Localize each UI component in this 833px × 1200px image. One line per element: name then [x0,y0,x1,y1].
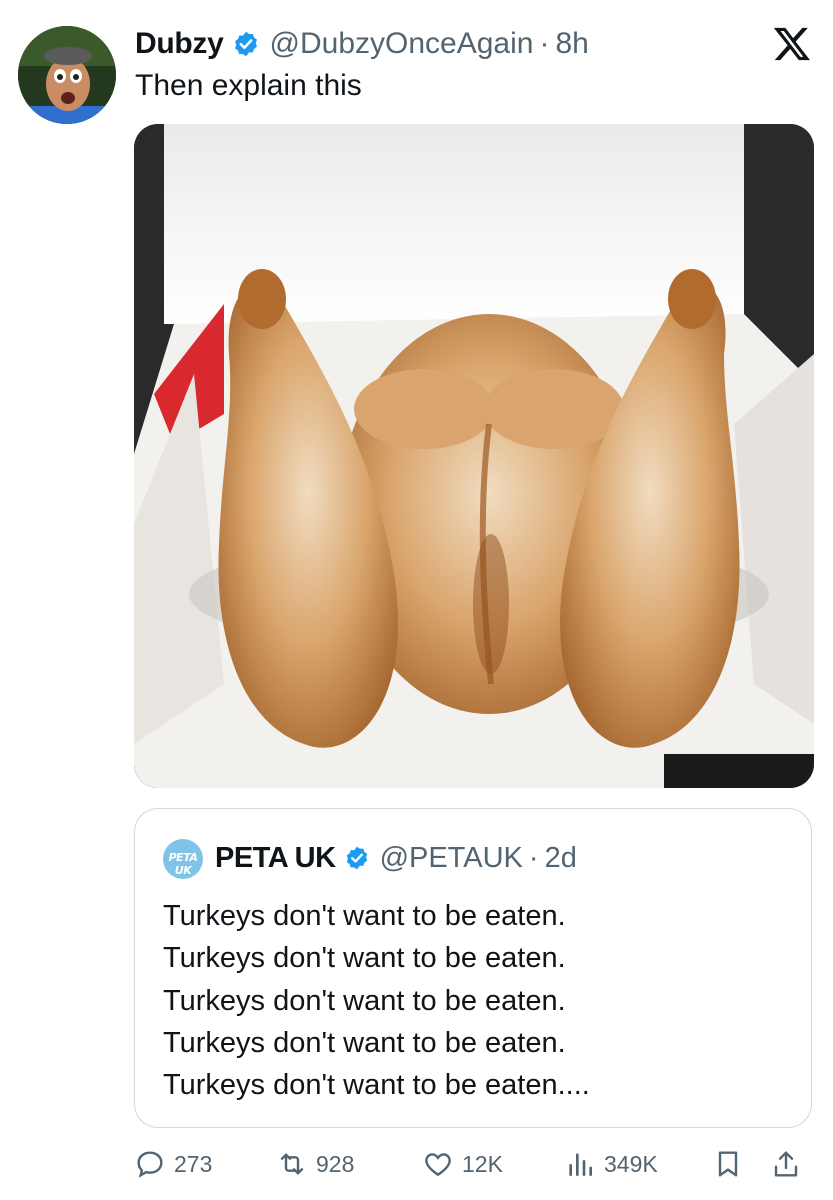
tweet: Dubzy @DubzyOnceAgain · 8h Then explain … [0,0,833,1200]
separator-dot: · [539,27,550,60]
like-count: 12K [462,1150,503,1177]
quote-text-line: Turkeys don't want to be eaten.... [163,1069,590,1102]
bookmark-icon [718,1151,738,1177]
quote-text-line: Turkeys don't want to be eaten. [163,1026,566,1059]
views-icon [569,1153,592,1176]
bookmark-button[interactable] [712,1142,752,1186]
reply-count: 273 [174,1150,213,1177]
post-time[interactable]: 8h [555,27,588,61]
like-icon [425,1153,451,1177]
quote-author-avatar[interactable]: PETA UK [163,839,203,879]
post-image[interactable] [134,124,814,788]
separator-dot: · [528,841,539,874]
author-name[interactable]: Dubzy [135,27,224,61]
x-logo-icon [772,24,812,64]
quoted-post[interactable]: PETA UK PETA UK @PETAUK · 2d Turkeys don… [134,808,812,1128]
share-button[interactable] [770,1142,810,1186]
verified-badge-icon [344,845,370,871]
reply-button[interactable]: 273 [134,1142,212,1186]
quote-author-line: PETA UK @PETAUK · 2d [215,838,577,878]
author-avatar[interactable] [18,26,116,124]
share-icon [774,1151,798,1177]
quote-author-handle[interactable]: @PETAUK [380,842,523,875]
reply-icon [137,1151,163,1178]
post-text: Then explain this [135,69,362,102]
quote-author-name[interactable]: PETA UK [215,842,336,875]
quote-text-line: Turkeys don't want to be eaten. [163,942,566,975]
repost-count: 928 [316,1150,355,1177]
quote-text-line: Turkeys don't want to be eaten. [163,900,566,932]
verified-badge-icon [232,30,260,58]
repost-button[interactable]: 928 [276,1142,354,1186]
like-button[interactable]: 12K [422,1142,503,1186]
quote-text-line: Turkeys don't want to be eaten. [163,984,566,1017]
author-line: Dubzy @DubzyOnceAgain · 8h [135,24,589,64]
repost-icon [280,1153,304,1175]
view-count: 349K [604,1150,658,1177]
views-button[interactable]: 349K [564,1142,658,1186]
author-handle[interactable]: @DubzyOnceAgain [270,27,534,61]
quote-time[interactable]: 2d [545,842,577,875]
quote-text: Turkeys don't want to be eaten. Turkeys … [163,895,793,1106]
quote-avatar-logo-text: PETA UK [168,851,198,877]
action-bar: 273 928 12K 349K [0,1142,833,1186]
